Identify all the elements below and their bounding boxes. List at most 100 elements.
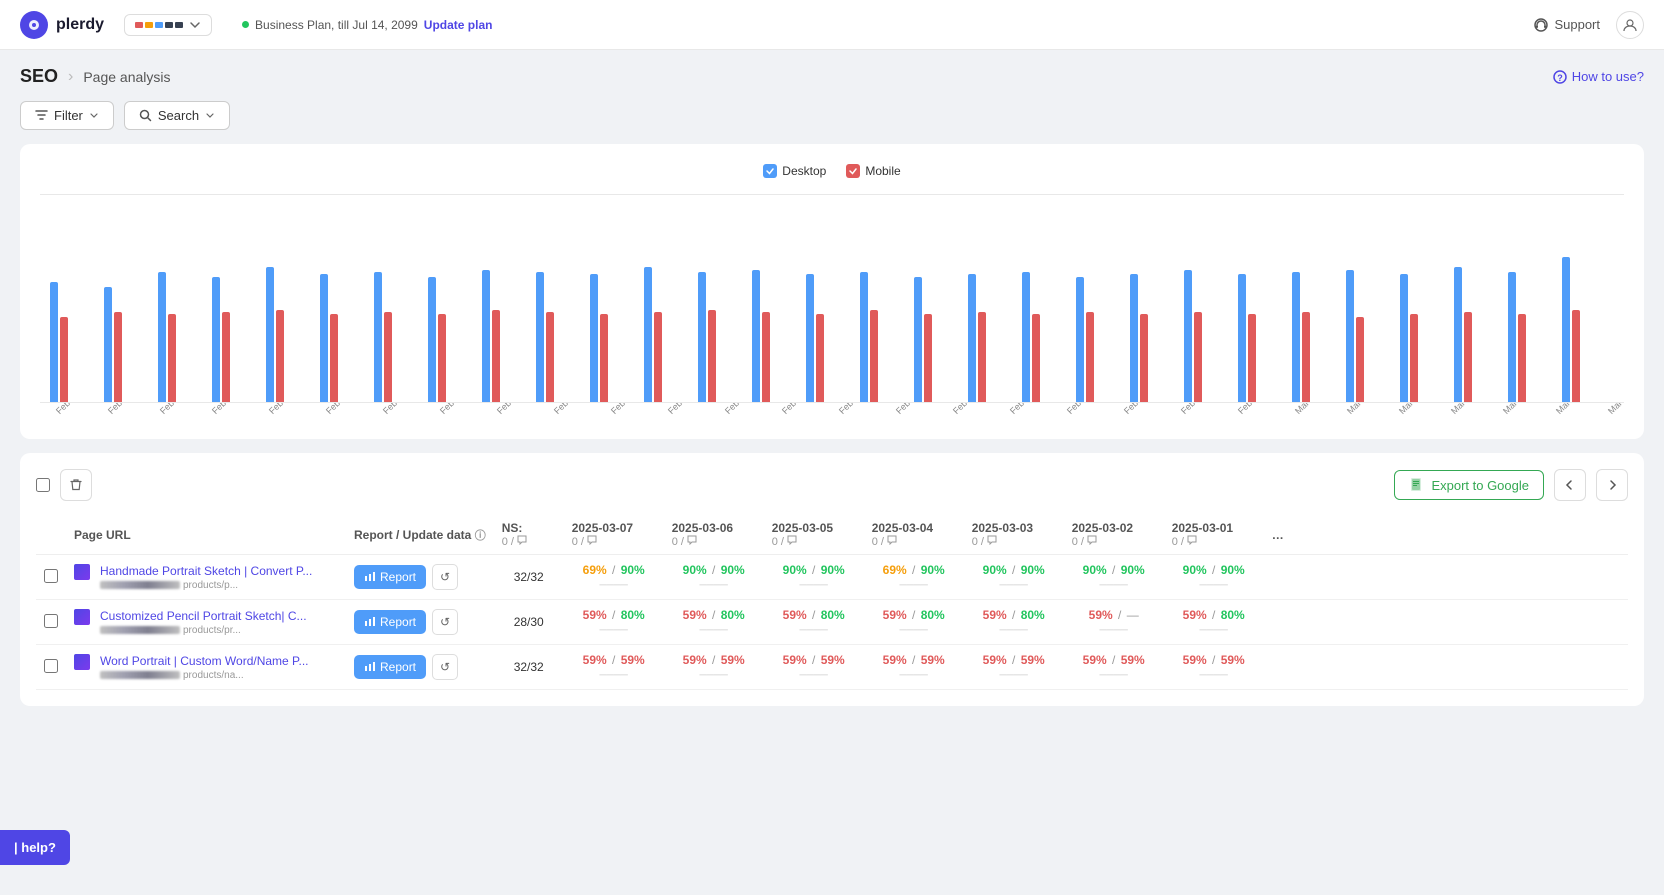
th-page-url: Page URL [66,515,346,555]
breadcrumb: SEO › Page analysis ? How to use? [20,66,1644,87]
report-button-0[interactable]: Report [354,565,426,589]
bar-group-3 [212,277,264,402]
delete-button[interactable] [60,469,92,501]
bar-group-12 [698,272,750,402]
chart-top-line [40,194,1624,195]
bar-group-17 [968,274,1020,402]
mobile-bar-25 [1410,314,1418,402]
desktop-bar-6 [374,272,382,402]
table-row-1: Customized Pencil Portrait Sketch| C... … [36,600,1628,645]
plan-text: Business Plan, till Jul 14, 2099 [255,18,418,32]
desktop-bar-28 [1562,257,1570,402]
score-cell-1-0: 59% / 80%──── [564,600,664,645]
info-icon[interactable]: ⓘ [475,530,486,542]
bar-group-26 [1454,267,1506,402]
score-cell-1-3: 59% / 80%──── [864,600,964,645]
row-checkbox-2[interactable] [44,659,58,673]
plan-info: Business Plan, till Jul 14, 2099 Update … [242,18,492,32]
report-button-2[interactable]: Report [354,655,426,679]
url-blur-bar-2 [100,671,180,679]
legend-desktop-label: Desktop [782,164,826,178]
update-plan-link[interactable]: Update plan [424,18,493,32]
table-card: Export to Google Page URL Report / Updat… [20,453,1644,706]
mobile-bar-28 [1572,310,1580,402]
page-content: SEO › Page analysis ? How to use? Filter… [0,50,1664,722]
bar-group-10 [590,274,642,402]
page-url-link-2[interactable]: Word Portrait | Custom Word/Name P... [100,654,309,668]
refresh-button-1[interactable]: ↺ [432,609,458,635]
score-cell-1-6: 59% / 80%──── [1164,600,1264,645]
report-cell-0: Report ↺ [346,555,494,600]
page-url-sub-0: products/p... [100,580,312,591]
th-date-4: 2025-03-03 0 / [964,515,1064,555]
ns-cell-1: 28/30 [494,600,564,645]
plan-badge[interactable] [124,14,212,36]
ns-cell-2: 32/32 [494,645,564,690]
chart-label-4: Feb 11, 2025 [267,403,311,416]
score-cell-0-1: 90% / 90%──── [664,555,764,600]
desktop-bar-12 [698,272,706,402]
desktop-bar-23 [1292,272,1300,402]
th-report: Report / Update data ⓘ [346,515,494,555]
bar-group-25 [1400,274,1452,402]
breadcrumb-separator: › [68,68,73,86]
chart-bars [40,203,1624,403]
filter-button[interactable]: Filter [20,101,114,130]
url-cell-0: Handmade Portrait Sketch | Convert P... … [66,555,346,600]
prev-page-button[interactable] [1554,469,1586,501]
mobile-bar-5 [330,314,338,402]
export-google-button[interactable]: Export to Google [1394,470,1544,500]
mobile-bar-23 [1302,312,1310,402]
comment-icon [1187,535,1197,545]
filter-icon [35,109,48,122]
bar-group-1 [104,287,156,402]
chart-label-11: Feb 18, 2025 [666,403,711,416]
logo[interactable]: plerdy [20,11,104,39]
row-checkbox-0[interactable] [44,569,58,583]
page-url-link-1[interactable]: Customized Pencil Portrait Sketch| C... [100,609,307,623]
row-checkbox-1[interactable] [44,614,58,628]
bar-group-5 [320,274,372,402]
header-right: Support [1533,11,1644,39]
desktop-bar-0 [50,282,58,402]
help-button[interactable]: | help? [0,830,70,865]
desktop-bar-9 [536,272,544,402]
refresh-button-2[interactable]: ↺ [432,654,458,680]
user-avatar[interactable] [1616,11,1644,39]
chart-icon [364,571,376,583]
question-circle-icon: ? [1553,70,1567,84]
how-to-use-link[interactable]: ? How to use? [1553,69,1644,84]
google-sheets-icon [1409,477,1425,493]
score-cell-0-3: 69% / 90%──── [864,555,964,600]
comment-icon [987,535,997,545]
th-checkbox [36,515,66,555]
chart-label-8: Feb 15, 2025 [495,403,540,416]
report-button-1[interactable]: Report [354,610,426,634]
favicon-0 [74,564,90,580]
chart-card: Desktop Mobile Feb 7, 2025Feb 8, 2025Feb… [20,144,1644,439]
desktop-bar-5 [320,274,328,402]
next-page-button[interactable] [1596,469,1628,501]
score-cell-2-4: 59% / 59%──── [964,645,1064,690]
desktop-bar-20 [1130,274,1138,402]
chart-label-9: Feb 16, 2025 [552,403,597,416]
chart-label-12: Feb 19, 2025 [723,403,768,416]
page-url-sub-2: products/na... [100,670,309,681]
bar-group-27 [1508,272,1560,402]
page-url-link-0[interactable]: Handmade Portrait Sketch | Convert P... [100,564,312,578]
logo-icon [20,11,48,39]
select-all-checkbox[interactable] [36,478,50,492]
url-blur-bar-0 [100,581,180,589]
comment-icon [517,535,527,545]
search-button[interactable]: Search [124,101,230,130]
desktop-bar-15 [860,272,868,402]
chart-label-25: Mar 4, 2025 [1449,403,1490,416]
chevron-down-icon [205,111,215,121]
bar-group-20 [1130,274,1182,402]
mobile-bar-15 [870,310,878,402]
headphone-icon [1533,17,1549,33]
bar-group-0 [50,282,102,402]
refresh-button-0[interactable]: ↺ [432,564,458,590]
support-button[interactable]: Support [1533,17,1600,33]
th-date-0: 2025-03-07 0 / [564,515,664,555]
